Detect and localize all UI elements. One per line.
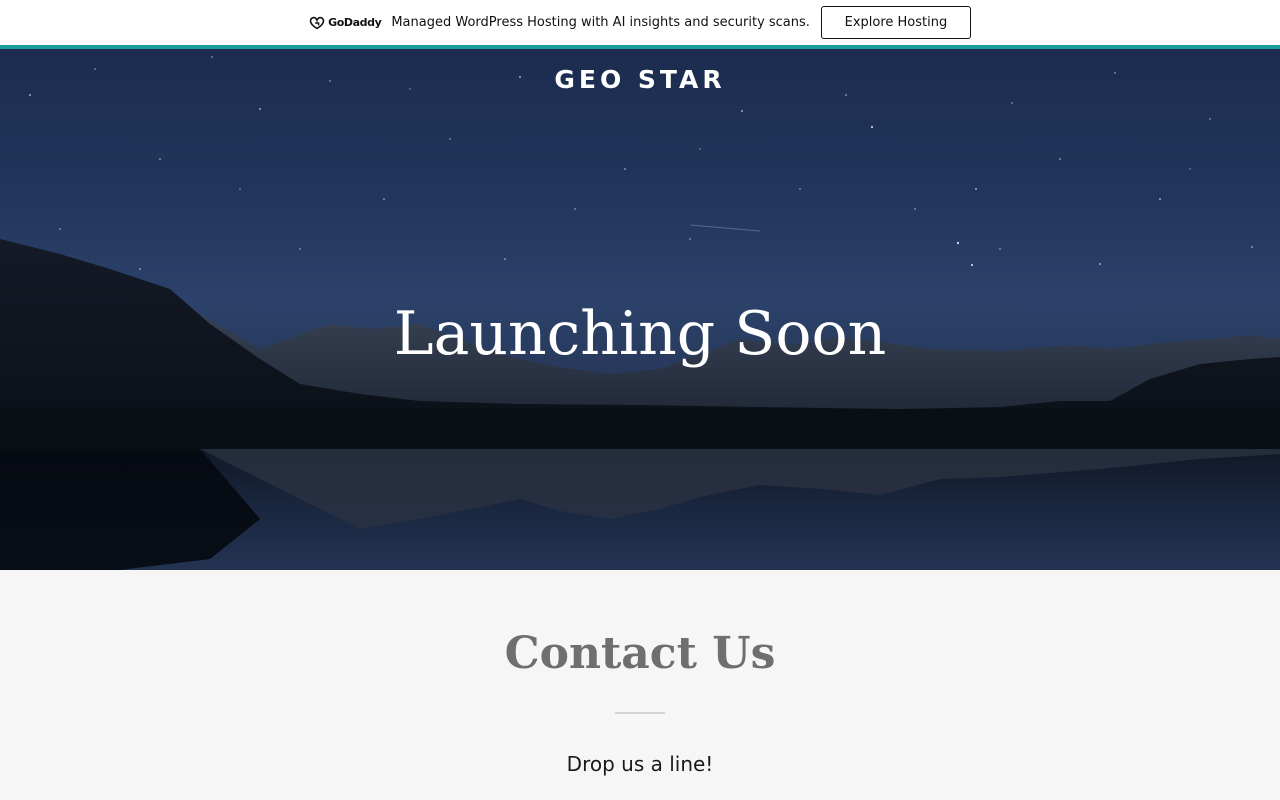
contact-title: Contact Us <box>504 628 776 679</box>
promo-bar: GoDaddy Managed WordPress Hosting with A… <box>0 0 1280 45</box>
hero-section: GEO STAR Launching Soon <box>0 49 1280 570</box>
godaddy-logo[interactable]: GoDaddy <box>309 16 382 30</box>
explore-hosting-button[interactable]: Explore Hosting <box>820 6 971 39</box>
contact-subtitle: Drop us a line! <box>566 752 714 776</box>
godaddy-logo-icon <box>309 16 325 29</box>
godaddy-logo-text: GoDaddy <box>328 16 382 29</box>
promo-message: Managed WordPress Hosting with AI insigh… <box>391 15 810 30</box>
section-divider <box>615 712 665 714</box>
site-brand[interactable]: GEO STAR <box>0 65 1280 94</box>
contact-section: Contact Us Drop us a line! <box>0 570 1280 800</box>
hero-title: Launching Soon <box>393 299 887 369</box>
